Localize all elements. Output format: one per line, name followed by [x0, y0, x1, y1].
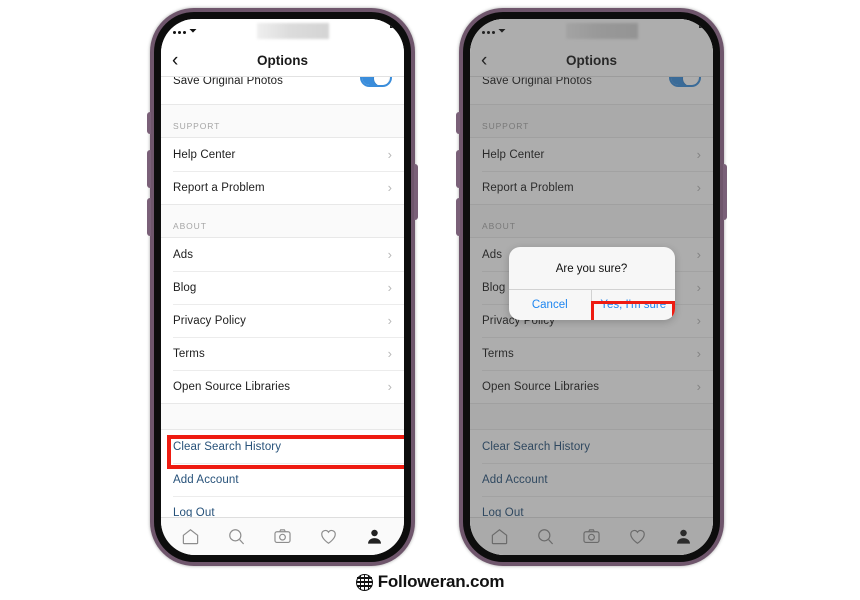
- watermark: Followeran.com: [0, 572, 860, 592]
- save-original-photos-toggle[interactable]: [360, 77, 392, 87]
- row-save-original-photos[interactable]: Save Original Photos: [161, 77, 404, 104]
- search-icon[interactable]: [227, 527, 246, 546]
- watermark-text: Followeran.com: [377, 572, 505, 591]
- power-button[interactable]: [414, 164, 418, 220]
- section-label: SUPPORT: [173, 121, 221, 131]
- wifi-icon: ⏷: [189, 26, 197, 37]
- section-header-support: SUPPORT: [161, 104, 404, 138]
- phone-before: ⏷ ‹ Options Save Original Photos SUPPORT…: [147, 8, 418, 566]
- row-label: Save Original Photos: [173, 77, 284, 87]
- phone-screen: ⏷ ‹ Options Save Original Photos SUPPORT…: [161, 19, 404, 555]
- page-title: Options: [257, 53, 308, 68]
- power-button[interactable]: [723, 164, 727, 220]
- row-open-source-libraries[interactable]: Open Source Libraries ›: [161, 370, 404, 403]
- phone-bezel: ⏷ ‹ Options Save Original Photos SUPPORT…: [463, 12, 720, 562]
- chevron-right-icon: ›: [387, 247, 392, 262]
- dialog-actions: Cancel Yes, I'm sure: [508, 289, 675, 320]
- comparison-stage: ⏷ ‹ Options Save Original Photos SUPPORT…: [0, 0, 860, 600]
- screen-corner: [390, 19, 404, 28]
- cancel-button[interactable]: Cancel: [509, 290, 592, 320]
- mute-switch[interactable]: [147, 112, 151, 134]
- home-icon[interactable]: [181, 527, 200, 546]
- phone-screen: ⏷ ‹ Options Save Original Photos SUPPORT…: [470, 19, 713, 555]
- chevron-right-icon: ›: [387, 313, 392, 328]
- row-label: Help Center: [173, 148, 236, 161]
- row-help-center[interactable]: Help Center ›: [161, 138, 404, 171]
- camera-icon[interactable]: [273, 527, 292, 546]
- mute-switch[interactable]: [456, 112, 460, 134]
- section-label: ABOUT: [173, 221, 207, 231]
- chevron-right-icon: ›: [387, 147, 392, 162]
- row-label: Add Account: [173, 473, 239, 486]
- section-header-about: ABOUT: [161, 204, 404, 238]
- volume-down-button[interactable]: [147, 198, 151, 236]
- row-report-a-problem[interactable]: Report a Problem ›: [161, 171, 404, 204]
- row-label: Clear Search History: [173, 440, 282, 453]
- options-list[interactable]: Save Original Photos SUPPORT Help Center…: [161, 77, 404, 517]
- row-label: Log Out: [173, 506, 215, 518]
- row-log-out[interactable]: Log Out: [161, 496, 404, 517]
- row-terms[interactable]: Terms ›: [161, 337, 404, 370]
- chevron-right-icon: ›: [387, 280, 392, 295]
- profile-icon[interactable]: [365, 527, 384, 546]
- row-privacy-policy[interactable]: Privacy Policy ›: [161, 304, 404, 337]
- row-label: Blog: [173, 281, 197, 294]
- globe-icon: [355, 573, 373, 591]
- chevron-right-icon: ›: [387, 346, 392, 361]
- signal-dots-icon: [173, 30, 186, 34]
- status-bar: ⏷: [161, 19, 404, 45]
- heart-icon[interactable]: [319, 527, 338, 546]
- row-clear-search-history[interactable]: Clear Search History: [161, 430, 404, 463]
- dialog-title: Are you sure?: [555, 263, 628, 275]
- row-label: Open Source Libraries: [173, 380, 291, 393]
- volume-up-button[interactable]: [456, 150, 460, 188]
- phone-after: ⏷ ‹ Options Save Original Photos SUPPORT…: [456, 8, 727, 566]
- chevron-left-icon[interactable]: ‹: [172, 51, 178, 70]
- status-bar-blur: [257, 23, 329, 39]
- row-label: Privacy Policy: [173, 314, 246, 327]
- row-blog[interactable]: Blog ›: [161, 271, 404, 304]
- row-label: Ads: [173, 248, 194, 261]
- row-add-account[interactable]: Add Account: [161, 463, 404, 496]
- tab-bar: [161, 517, 404, 555]
- phone-bezel: ⏷ ‹ Options Save Original Photos SUPPORT…: [154, 12, 411, 562]
- confirm-button[interactable]: Yes, I'm sure: [591, 290, 675, 320]
- list-spacer: [161, 403, 404, 430]
- row-label: Report a Problem: [173, 181, 265, 194]
- options-navbar: ‹ Options: [161, 45, 404, 77]
- row-label: Terms: [173, 347, 205, 360]
- chevron-right-icon: ›: [387, 180, 392, 195]
- volume-up-button[interactable]: [147, 150, 151, 188]
- row-ads[interactable]: Ads ›: [161, 238, 404, 271]
- volume-down-button[interactable]: [456, 198, 460, 236]
- chevron-right-icon: ›: [387, 379, 392, 394]
- confirm-dialog: Are you sure? Cancel Yes, I'm sure: [508, 247, 675, 320]
